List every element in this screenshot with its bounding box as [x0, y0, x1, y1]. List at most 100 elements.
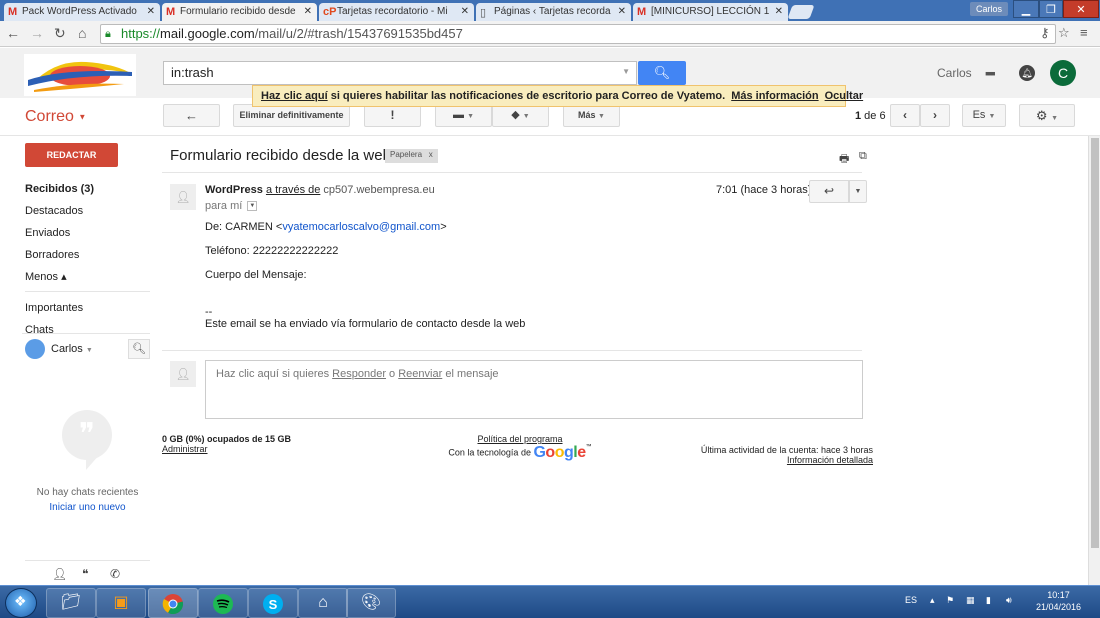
- start-button[interactable]: [5, 588, 37, 618]
- browser-tab-1[interactable]: M Pack WordPress Activado ✕: [4, 3, 160, 21]
- details-link[interactable]: Información detallada: [660, 455, 873, 465]
- hide-link[interactable]: Ocultar: [825, 90, 864, 102]
- address-bar[interactable]: 🔒︎ https://mail.google.com/mail/u/2/#tras…: [100, 24, 1056, 44]
- enable-notifications-link[interactable]: Haz clic aquí: [261, 90, 328, 102]
- via-link[interactable]: a través de: [266, 184, 320, 196]
- input-language-button[interactable]: Es ▼: [962, 104, 1006, 127]
- phone-icon[interactable]: ✆: [110, 567, 120, 581]
- sidebar-item-drafts[interactable]: Borradores: [25, 244, 150, 266]
- close-tab-icon[interactable]: ✕: [147, 6, 155, 17]
- email-link[interactable]: vyatemocarloscalvo@gmail.com: [282, 221, 440, 233]
- gmail-icon: M: [637, 6, 647, 18]
- chat-status[interactable]: Carlos ▼ 🔍︎: [25, 339, 150, 359]
- skype-icon[interactable]: S: [248, 588, 298, 618]
- account-avatar[interactable]: C: [1050, 60, 1076, 86]
- close-tab-icon[interactable]: ✕: [304, 6, 312, 17]
- volume-icon[interactable]: 🔊︎: [1006, 595, 1012, 606]
- manage-storage-link[interactable]: Administrar: [162, 444, 291, 454]
- sender-name[interactable]: WordPress: [205, 184, 263, 196]
- flag-icon[interactable]: ⚑: [946, 595, 954, 606]
- print-icon[interactable]: 🖶︎: [839, 150, 849, 169]
- person-icon[interactable]: 👤︎: [52, 567, 67, 581]
- explorer-icon[interactable]: 📁︎: [46, 588, 96, 618]
- delete-forever-button[interactable]: Eliminar definitivamente: [233, 104, 350, 127]
- browser-tab-5[interactable]: M [MINICURSO] LECCIÓN 1 ✕: [633, 3, 788, 21]
- notification-text: si quieres habilitar las notificaciones …: [327, 90, 726, 102]
- back-arrow-icon[interactable]: ←: [6, 25, 20, 41]
- search-options-icon[interactable]: ▼: [622, 67, 630, 76]
- close-tab-icon[interactable]: ✕: [461, 6, 469, 17]
- hangouts-icon[interactable]: ❝: [82, 567, 88, 581]
- compose-button[interactable]: REDACTAR: [25, 143, 118, 167]
- home-icon[interactable]: ⌂: [78, 25, 86, 41]
- close-tab-icon[interactable]: ✕: [775, 6, 783, 17]
- language-indicator[interactable]: ES: [905, 595, 917, 605]
- spotify-icon[interactable]: [198, 588, 248, 618]
- page-scrollbar[interactable]: [1088, 136, 1100, 585]
- newer-button[interactable]: ‹: [890, 104, 920, 127]
- browser-tab-2[interactable]: M Formulario recibido desde ✕: [162, 3, 317, 21]
- new-window-icon[interactable]: ⧉: [859, 150, 867, 163]
- account-name[interactable]: Carlos: [937, 66, 972, 80]
- home-money-icon[interactable]: ⌂: [298, 588, 348, 618]
- sidebar-item-starred[interactable]: Destacados: [25, 200, 150, 222]
- chrome-icon[interactable]: [148, 588, 198, 618]
- search-button[interactable]: 🔍︎: [638, 61, 686, 85]
- menu-icon[interactable]: ≡: [1080, 25, 1088, 40]
- minimize-icon[interactable]: ▁: [1013, 0, 1039, 18]
- tab-label: Formulario recibido desde: [180, 6, 296, 17]
- sidebar-item-sent[interactable]: Enviados: [25, 222, 150, 244]
- reload-icon[interactable]: ↻: [54, 25, 66, 42]
- key-icon[interactable]: ⚷: [1040, 25, 1050, 41]
- show-details-icon[interactable]: ▼: [247, 201, 258, 212]
- sidebar-item-less[interactable]: Menos ▴: [25, 266, 150, 288]
- browser-navbar: ← → ↻ ⌂ 🔒︎ https://mail.google.com/mail/u…: [0, 21, 1100, 47]
- reply-prefix: Haz clic aquí si quieres: [216, 368, 333, 380]
- more-info-link[interactable]: Más información: [731, 90, 818, 102]
- search-people-icon[interactable]: 🔍︎: [128, 339, 150, 359]
- settings-button[interactable]: ⚙ ▼: [1019, 104, 1075, 127]
- tray-expand-icon[interactable]: ▴: [930, 595, 935, 606]
- reply-button[interactable]: ↩: [809, 180, 849, 203]
- browser-tab-3[interactable]: cP Tarjetas recordatorio - Mi ✕: [319, 3, 474, 21]
- maximize-icon[interactable]: ❐: [1039, 0, 1063, 18]
- window-user-badge[interactable]: Carlos: [970, 2, 1008, 16]
- start-new-chat-link[interactable]: Iniciar uno nuevo: [25, 502, 150, 513]
- media-player-icon[interactable]: ▣: [96, 588, 146, 618]
- input-language-label: Es: [972, 109, 986, 121]
- close-window-icon[interactable]: ✕: [1063, 0, 1099, 18]
- paint-icon[interactable]: 🎨︎: [346, 588, 396, 618]
- sidebar-item-chats[interactable]: Chats: [25, 319, 150, 333]
- new-tab-button[interactable]: [787, 5, 815, 19]
- notifications-icon[interactable]: 🔔︎: [1019, 65, 1035, 81]
- company-logo[interactable]: [24, 54, 136, 96]
- message-more-button[interactable]: ▼: [849, 180, 867, 203]
- scrollbar-thumb[interactable]: [1091, 138, 1099, 548]
- labels-button[interactable]: ◆ ▼: [492, 104, 549, 127]
- apps-grid-icon[interactable]: ▪▪▪: [985, 65, 996, 81]
- policy-link[interactable]: Política del programa: [440, 434, 600, 444]
- sidebar-nav: Recibidos (3) Destacados Enviados Borrad…: [25, 178, 150, 288]
- gmail-icon: M: [8, 6, 18, 18]
- battery-icon[interactable]: ▮: [986, 595, 991, 606]
- reply-link[interactable]: Responder: [332, 368, 386, 380]
- sidebar-item-inbox[interactable]: Recibidos (3): [25, 178, 150, 200]
- report-spam-button[interactable]: !: [364, 104, 421, 127]
- remove-label-icon[interactable]: x: [429, 150, 433, 159]
- back-to-list-button[interactable]: ←: [163, 104, 220, 127]
- older-button[interactable]: ›: [920, 104, 950, 127]
- more-actions-button[interactable]: Más ▼: [563, 104, 620, 127]
- move-to-button[interactable]: ▬ ▼: [435, 104, 492, 127]
- reply-suffix: el mensaje: [442, 368, 499, 380]
- forward-link[interactable]: Reenviar: [398, 368, 442, 380]
- browser-tab-4[interactable]: ▯ Páginas ‹ Tarjetas recorda ✕: [476, 3, 631, 21]
- app-switcher[interactable]: Correo ▼: [25, 108, 86, 126]
- forward-arrow-icon[interactable]: →: [30, 25, 44, 41]
- reply-box[interactable]: Haz clic aquí si quieres Responder o Ree…: [205, 360, 863, 419]
- sidebar-item-important[interactable]: Importantes: [25, 297, 150, 319]
- network-icon[interactable]: ▦: [966, 595, 975, 606]
- search-input[interactable]: in:trash ▼: [163, 61, 637, 85]
- system-clock[interactable]: 10:17 21/04/2016: [1031, 589, 1086, 613]
- star-icon[interactable]: ☆: [1058, 25, 1070, 41]
- close-tab-icon[interactable]: ✕: [618, 6, 626, 17]
